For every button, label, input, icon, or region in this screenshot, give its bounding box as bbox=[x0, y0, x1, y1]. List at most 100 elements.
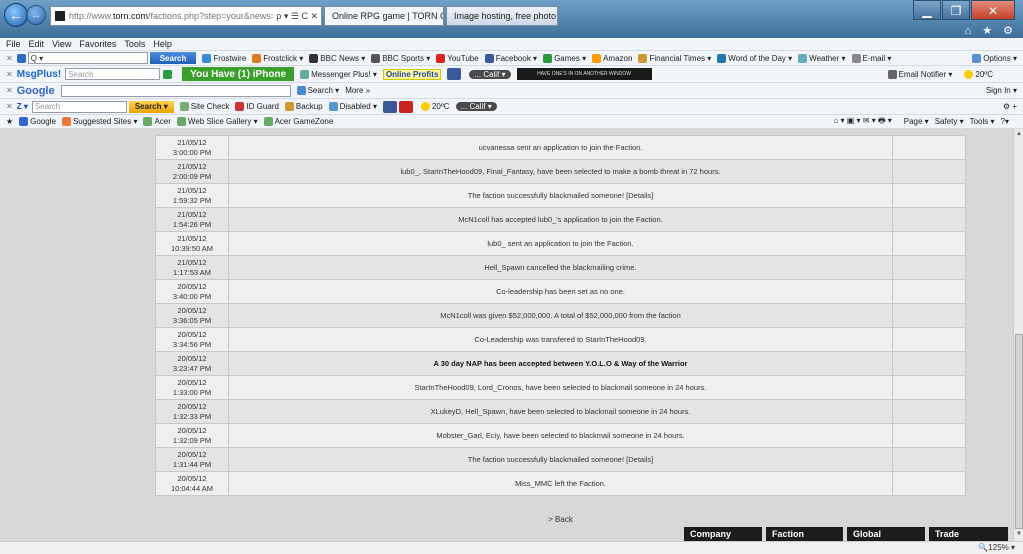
nav-global[interactable]: Global bbox=[847, 527, 925, 541]
restore-button[interactable]: ❐ bbox=[942, 0, 970, 20]
help-icon[interactable]: ?▾ bbox=[1001, 117, 1009, 126]
weather-widget-2[interactable]: ... Calif ▾ bbox=[455, 102, 497, 111]
log-time: 1:54:26 PM bbox=[172, 219, 212, 229]
close-window-button[interactable]: ✕ bbox=[971, 0, 1015, 20]
toolbar-item-email[interactable]: E-mail ▾ bbox=[851, 53, 891, 63]
log-message: Miss_MMC left the Faction. bbox=[228, 471, 893, 496]
toolbar-item-messenger-plus[interactable]: Messenger Plus! ▾ bbox=[300, 69, 377, 79]
vertical-scrollbar[interactable]: ▲ ▼ bbox=[1013, 129, 1023, 541]
toolbar-item-email-notifier[interactable]: Email Notifier ▾ bbox=[887, 69, 959, 79]
toolbar-options[interactable]: Options ▾ bbox=[972, 53, 1023, 63]
toolbar-item-disabled[interactable]: Disabled ▾ bbox=[328, 102, 377, 111]
table-row: 20/05/12 3:36:05 PM McN1coll was given $52… bbox=[155, 303, 966, 328]
forward-arrow-icon[interactable]: → bbox=[26, 5, 46, 25]
log-time: 10:04:44 AM bbox=[170, 483, 214, 493]
scroll-up-icon[interactable]: ▲ bbox=[1014, 131, 1023, 137]
toolbar-item-financial-times[interactable]: Financial Times ▾ bbox=[638, 53, 711, 63]
home-favorites-tools-icons[interactable]: ⌂ ★ ⚙ bbox=[965, 24, 1017, 37]
command-page[interactable]: Page ▾ bbox=[904, 117, 929, 126]
toolbar-item-temperature-2[interactable]: 20ºC bbox=[420, 102, 450, 111]
online-profits-badge[interactable]: Online Profits bbox=[382, 68, 442, 80]
google-signin-button[interactable]: Sign In ▾ bbox=[986, 86, 1023, 95]
favorites-star-icon[interactable]: ★ bbox=[6, 117, 13, 126]
toolbar-item-word-of-the-day[interactable]: Word of the Day ▾ bbox=[717, 53, 792, 63]
toolbar-item-frostclick[interactable]: Frostclick ▾ bbox=[252, 53, 303, 63]
log-extra-cell bbox=[892, 159, 966, 184]
toolbar-item-bbc-news[interactable]: BBC News ▾ bbox=[309, 53, 365, 63]
menu-file[interactable]: File bbox=[6, 39, 21, 49]
facebook-icon bbox=[484, 53, 494, 63]
fav-suggested-sites[interactable]: Suggested Sites ▾ bbox=[61, 117, 137, 126]
tab-image-hosting[interactable]: Image hosting, free photo shar... bbox=[446, 6, 558, 26]
weather-widget[interactable]: ... Calif ▾ bbox=[469, 69, 511, 79]
google-more-button[interactable]: More » bbox=[345, 86, 370, 95]
log-message: Hell_Spawn cancelled the blackmailing cr… bbox=[228, 255, 893, 280]
fav-web-slice-gallery[interactable]: Web Slice Gallery ▾ bbox=[176, 117, 258, 126]
zonealarm-search-button[interactable]: Search ▾ bbox=[128, 100, 174, 113]
close-toolbar-icon[interactable]: ✕ bbox=[6, 70, 13, 79]
toolbar-item-frostwire[interactable]: Frostwire bbox=[202, 53, 246, 63]
back-link[interactable]: > Back bbox=[155, 515, 966, 524]
minimize-button[interactable]: ▁ bbox=[913, 0, 941, 20]
nav-trade[interactable]: Trade bbox=[929, 527, 1008, 541]
log-extra-cell bbox=[892, 327, 966, 352]
menu-edit[interactable]: Edit bbox=[29, 39, 45, 49]
log-timestamp: 21/05/12 10:39:50 AM bbox=[155, 231, 229, 256]
menu-favorites[interactable]: Favorites bbox=[79, 39, 116, 49]
toolbar-item-site-check[interactable]: Site Check bbox=[179, 102, 229, 111]
toolbar-item-games[interactable]: Games ▾ bbox=[543, 53, 586, 63]
address-controls[interactable]: ρ ▾ ☰ C ✕ bbox=[273, 11, 321, 22]
tab-torn[interactable]: Online RPG game | TORN C... ✕ bbox=[324, 6, 444, 26]
word-icon bbox=[717, 53, 727, 63]
toolbar-item-youtube[interactable]: YouTube bbox=[436, 53, 479, 63]
toolbar-item-facebook-3[interactable] bbox=[382, 100, 415, 113]
toolbar-search-input[interactable]: Q ▾ bbox=[27, 52, 148, 64]
toolbar-item-weather[interactable]: Weather ▾ bbox=[798, 53, 846, 63]
google-search-input[interactable] bbox=[60, 84, 291, 97]
command-tools[interactable]: Tools ▾ bbox=[970, 117, 995, 126]
zoom-level[interactable]: 🔍125% ▾ bbox=[978, 543, 1015, 552]
facebook-icon bbox=[447, 68, 462, 80]
toolbar-item-facebook-2[interactable] bbox=[447, 68, 463, 80]
go-arrow-icon[interactable] bbox=[163, 69, 173, 79]
nav-company[interactable]: Company bbox=[684, 527, 762, 541]
log-timestamp: 20/05/12 1:33:00 PM bbox=[155, 375, 229, 400]
command-safety[interactable]: Safety ▾ bbox=[935, 117, 964, 126]
menu-view[interactable]: View bbox=[52, 39, 71, 49]
address-url[interactable]: http://www.torn.com/factions.php?step=yo… bbox=[69, 11, 273, 21]
nav-faction[interactable]: Faction bbox=[766, 527, 843, 541]
command-bar-icons[interactable]: ⌂ ▾ ▣ ▾ ✉ ▾ 🖶 ▾ bbox=[833, 115, 897, 128]
menu-tools[interactable]: Tools bbox=[124, 39, 145, 49]
toolbar-item-facebook[interactable]: Facebook ▾ bbox=[484, 53, 537, 63]
google-search-button[interactable]: Search ▾ bbox=[296, 86, 339, 95]
log-timestamp: 20/05/12 10:04:44 AM bbox=[155, 471, 229, 496]
toolbar-item-bbc-sports[interactable]: BBC Sports ▾ bbox=[371, 53, 430, 63]
toolbar-search-button[interactable]: Search bbox=[149, 52, 197, 64]
log-message: McN1coll has accepted lub0_'s applicatio… bbox=[228, 207, 893, 232]
address-bar[interactable]: http://www.torn.com/factions.php?step=yo… bbox=[50, 6, 322, 26]
zonealarm-search-input[interactable]: Search bbox=[31, 100, 127, 113]
menu-help[interactable]: Help bbox=[153, 39, 172, 49]
log-date: 20/05/12 bbox=[177, 473, 207, 483]
msgplus-search-input[interactable]: Search bbox=[65, 68, 161, 80]
iphone-ad-banner[interactable]: You Have (1) iPhone bbox=[182, 67, 295, 81]
toolbar-tools-icon[interactable]: ⚙ + bbox=[1003, 102, 1023, 111]
fav-google[interactable]: Google bbox=[19, 117, 56, 126]
toolbar-item-id-guard[interactable]: ID Guard bbox=[235, 102, 279, 111]
log-timestamp: 20/05/12 3:34:56 PM bbox=[155, 327, 229, 352]
fav-acer-gamezone[interactable]: Acer GameZone bbox=[263, 117, 333, 126]
toolbar-item-backup[interactable]: Backup bbox=[284, 102, 323, 111]
toolbar-item-temperature[interactable]: 20ºC bbox=[964, 69, 993, 79]
back-arrow-icon[interactable]: ← bbox=[4, 3, 28, 27]
close-toolbar-icon[interactable]: ✕ bbox=[6, 54, 13, 63]
black-banner[interactable]: HAVE ONE'S IN ON ANOTHER WINDOW bbox=[516, 68, 652, 80]
log-time: 1:32:33 PM bbox=[172, 411, 212, 421]
close-toolbar-icon[interactable]: ✕ bbox=[6, 86, 13, 95]
toolbar-item-amazon[interactable]: Amazon bbox=[592, 53, 632, 63]
log-date: 21/05/12 bbox=[177, 209, 207, 219]
scroll-down-icon[interactable]: ▼ bbox=[1014, 531, 1023, 537]
close-toolbar-icon[interactable]: ✕ bbox=[6, 102, 13, 111]
fav-acer[interactable]: Acer bbox=[143, 117, 171, 126]
scrollbar-thumb[interactable] bbox=[1015, 334, 1023, 529]
google-icon bbox=[19, 117, 29, 126]
